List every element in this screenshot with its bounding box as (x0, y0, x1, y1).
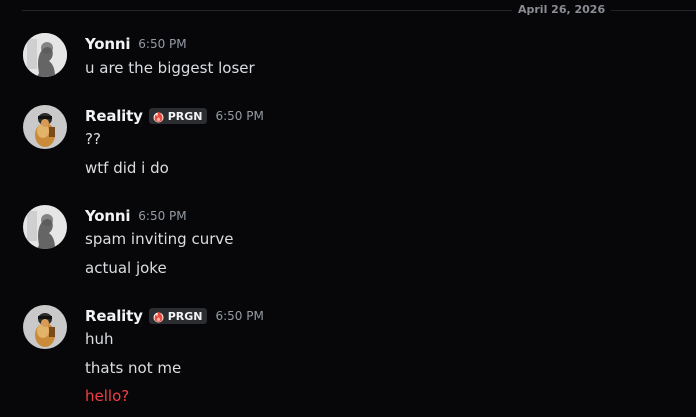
timestamp[interactable]: 6:50 PM (138, 37, 186, 51)
message-header: Yonni 6:50 PM (85, 34, 187, 54)
date-divider-label: April 26, 2026 (512, 2, 612, 18)
message-text: spam inviting curve (85, 230, 234, 248)
username[interactable]: Reality (85, 107, 143, 125)
server-tag-label: PRGN (167, 309, 203, 323)
message-text: actual joke (85, 259, 167, 277)
flame-icon (152, 110, 165, 123)
chat-view: April 26, 2026 Yonni 6:50 PM u are the b… (0, 0, 696, 417)
avatar[interactable] (23, 105, 67, 149)
username[interactable]: Yonni (85, 207, 130, 225)
timestamp[interactable]: 6:50 PM (215, 109, 263, 123)
message-text: huh (85, 330, 114, 348)
message-header: Reality PRGN 6:50 PM (85, 306, 264, 326)
server-tag-label: PRGN (167, 109, 203, 123)
flame-icon (152, 310, 165, 323)
server-tag[interactable]: PRGN (148, 308, 208, 324)
username[interactable]: Reality (85, 307, 143, 325)
timestamp[interactable]: 6:50 PM (215, 309, 263, 323)
avatar[interactable] (23, 205, 67, 249)
failed-message-text: hello? (85, 387, 130, 405)
server-tag[interactable]: PRGN (148, 108, 208, 124)
message-text: wtf did i do (85, 159, 169, 177)
message-text: ?? (85, 130, 101, 148)
avatar[interactable] (23, 305, 67, 349)
timestamp[interactable]: 6:50 PM (138, 209, 186, 223)
message-text: thats not me (85, 359, 182, 377)
message-header: Yonni 6:50 PM (85, 206, 187, 226)
message-text: u are the biggest loser (85, 59, 255, 77)
avatar[interactable] (23, 33, 67, 77)
message-header: Reality PRGN 6:50 PM (85, 106, 264, 126)
username[interactable]: Yonni (85, 35, 130, 53)
